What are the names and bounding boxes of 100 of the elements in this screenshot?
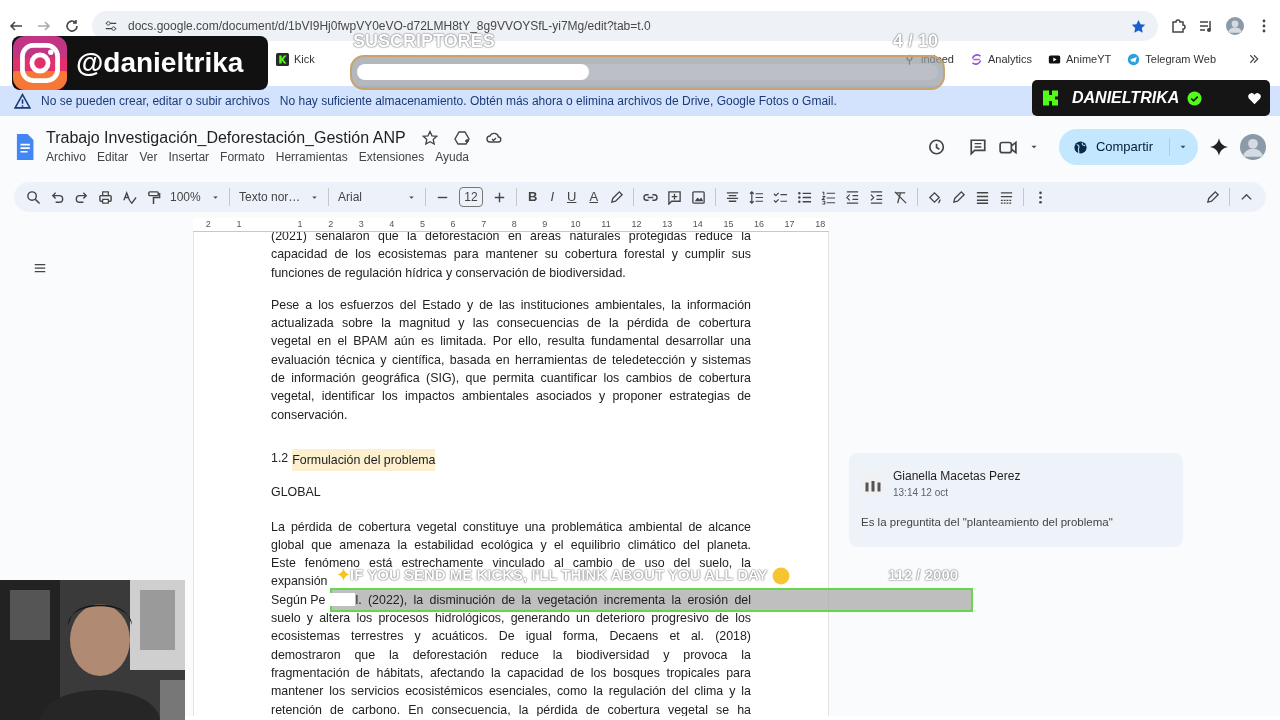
ruler-number: 4 [388,218,396,231]
commenter-avatar-icon [861,471,885,496]
image-icon[interactable] [691,189,707,205]
ruler-number: 17 [783,218,796,231]
font-size-field[interactable]: 12 [459,187,483,207]
emoji-icon [771,566,790,585]
paper-plane-icon [1127,52,1141,66]
bookmark[interactable]: Analytics [970,50,1033,68]
menu-item[interactable]: Herramientas [275,148,348,166]
cloud-saved-icon[interactable] [485,130,502,146]
ruler-number: 1 [296,218,304,231]
text-line: ecosistemas terrestres y acuáticos. De igual forma, Decaens et al. (2018) [271,628,751,646]
goal-count: 112 / 2000 [888,566,959,585]
more-bookmarks-icon[interactable] [1248,53,1260,65]
star-icon[interactable] [421,130,438,146]
numbered-list-icon[interactable] [821,189,837,205]
text-line: capacidad de los ecosistemas para mantener su cobertura forestal y cumplir sus [271,246,751,264]
font-dropdown[interactable]: Arial [338,188,416,206]
play-icon [1048,52,1062,66]
bulleted-list-icon[interactable] [797,189,813,205]
text-line: Pese a los esfuerzos del Estado y de las instituciones ambientales, la información [271,296,751,314]
heading-number: 1.2 [271,449,289,467]
ruler-number: 5 [418,218,426,231]
text-line: conservación. [271,406,349,424]
extensions-icon[interactable] [1170,18,1186,34]
site-settings-icon[interactable] [104,19,118,33]
section-heading: Formulación del problema [292,448,436,472]
share-button[interactable]: Compartir [1058,129,1198,165]
text-fragment: Según Pe [271,591,326,609]
text-line: vegetal en el BPAM aún es limitada. Por ello, resulta fundamental desarrollar una [271,333,751,351]
menu-item[interactable]: Archivo [46,148,86,166]
text-line: actualizada sobre la magnitud y las consecuencias de la pérdida de cobertura [271,315,751,333]
heart-icon [1247,90,1262,106]
ruler-number: 12 [630,218,643,231]
media-icon[interactable] [1198,18,1214,34]
text-fragment: l. (2022), la disminución de la vegetación incrementa la erosión del [355,591,751,609]
text-line: de información geográfica (SIG), que permita cuantificar los cambios de cobertura [271,370,751,388]
text-color-button[interactable]: A [587,187,601,207]
text-line: fragmentación de hábitats, afectando la capacidad de los bosques tropicales para [271,664,751,682]
border-color-icon[interactable] [951,189,967,205]
ruler-number: 16 [752,218,765,231]
editing-mode-icon[interactable] [1205,189,1220,205]
history-icon[interactable] [926,138,945,156]
ruler-number: 14 [691,218,704,231]
ruler-number: 15 [722,218,735,231]
bookmark[interactable]: Kick [276,50,315,68]
add-comment-icon[interactable] [667,189,683,205]
fill-color-icon[interactable] [927,189,943,205]
account-avatar-icon[interactable] [1240,134,1266,160]
ruler-number: 11 [600,218,612,231]
bookmark[interactable]: AnimeYT [1048,50,1112,68]
text-line: global que amenaza la estabilidad ecológica y el equilibrio climático del planeta. [271,536,751,554]
menu-item[interactable]: Extensiones [358,148,425,166]
warning-icon [14,92,31,110]
menu-item[interactable]: Ayuda [435,148,469,166]
text-line: suelo y altera los procesos hidrológicos, generando un deterioro progresivo de los [271,610,751,628]
underline-button[interactable]: U [565,187,579,207]
ruler-number: 10 [569,218,582,231]
comment-author: Gianella Macetas Perez [893,468,1021,485]
text-line: funciones de regulación hídrica y conservación de biodiversidad. [271,264,627,282]
reload-icon[interactable] [64,18,80,34]
ruler-number: 2 [327,218,335,231]
paint-format-icon[interactable] [146,189,161,205]
decrease-indent-icon[interactable] [845,189,861,205]
bookmark[interactable]: Telegram Web [1127,50,1216,68]
print-icon[interactable] [98,189,113,205]
text-line: La pérdida de cobertura vegetal constituye una problemática ambiental de alcance [271,518,751,536]
menu-item[interactable]: Formato [220,148,265,166]
menu-item[interactable]: Insertar [168,148,210,166]
analytics-logo-icon [970,52,983,66]
gemini-sparkle-icon[interactable] [1210,138,1228,156]
clear-formatting-icon[interactable] [893,189,909,205]
docs-logo-icon[interactable] [14,134,34,160]
align-icon[interactable] [725,189,741,205]
section-label: GLOBAL [271,484,322,502]
zoom-dropdown[interactable]: 100% [170,188,220,206]
bookmark-star-icon[interactable] [1131,18,1146,34]
increase-indent-icon[interactable] [869,189,885,205]
search-icon[interactable] [26,189,41,205]
move-to-drive-icon[interactable] [453,130,470,146]
comment-card[interactable]: Gianella Macetas Perez 13:14 12 oct Es la preguntita del "planteamiento del problema" [849,453,1183,548]
kick-logo-icon [276,52,289,66]
menu-item[interactable]: Ver [139,148,158,166]
border-width-icon[interactable] [975,189,991,205]
highlight-icon[interactable] [609,189,625,205]
style-dropdown[interactable]: Texto nor… [239,188,319,206]
text-line: vegetal, identificar los impactos ambientales asociados y proponer estrategias de [271,388,751,406]
spellcheck-icon[interactable] [122,189,137,205]
italic-button[interactable]: I [548,187,556,207]
video-call-icon[interactable] [998,138,1017,156]
text-line: evaluación técnica y científica, basada en herramientas de teledetección y sistemas [271,351,751,369]
border-dash-icon[interactable] [999,189,1015,205]
bold-button[interactable]: B [526,187,540,207]
comments-icon[interactable] [968,138,987,156]
menu-item[interactable]: Editar [97,148,129,166]
line-spacing-icon[interactable] [749,189,765,205]
document-title[interactable]: Trabajo Investigación_Deforestación_Gestión ANP [46,128,406,148]
ruler-number: 18 [814,218,827,231]
ruler-number: 13 [661,218,674,231]
profile-icon[interactable] [1226,17,1244,35]
